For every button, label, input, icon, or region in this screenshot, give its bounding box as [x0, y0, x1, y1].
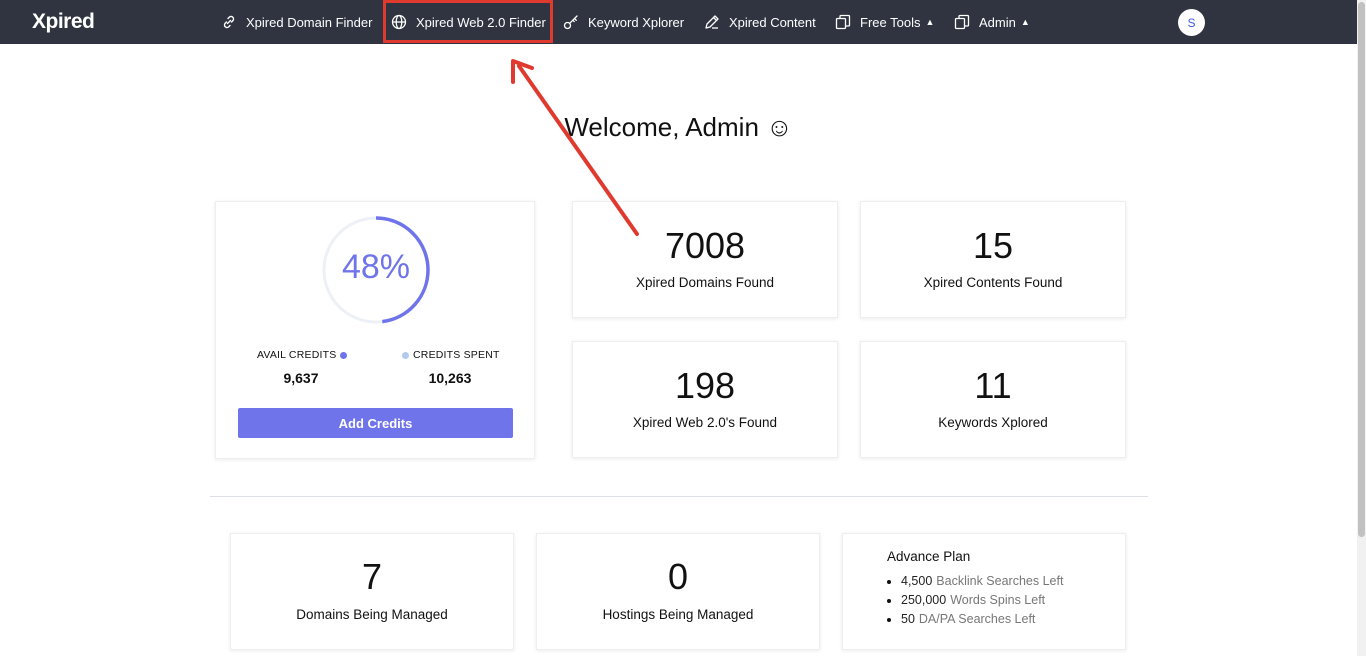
stat-label: Xpired Web 2.0's Found: [632, 415, 778, 430]
add-credits-button[interactable]: Add Credits: [238, 408, 513, 438]
list-item: 250,000 Words Spins Left: [887, 591, 1063, 610]
list-item: 50 DA/PA Searches Left: [887, 610, 1063, 629]
plan-card: Advance Plan 4,500 Backlink Searches Lef…: [842, 533, 1126, 650]
stat-label: Keywords Xplored: [938, 415, 1048, 430]
plan-list: 4,500 Backlink Searches Left 250,000 Wor…: [887, 572, 1063, 629]
page-title: Welcome, Admin ☺: [564, 112, 793, 142]
avail-credits-label: AVAIL CREDITS: [257, 349, 337, 361]
list-item: 4,500 Backlink Searches Left: [887, 572, 1063, 591]
key-icon: [563, 15, 578, 30]
avail-dot-icon: [340, 351, 348, 359]
nav-label: Xpired Domain Finder: [246, 14, 373, 30]
plan-desc: DA/PA Searches Left: [918, 612, 1036, 626]
plan-qty: 250,000: [901, 593, 947, 607]
nav-label: Keyword Xplorer: [588, 14, 685, 30]
plan-desc: Words Spins Left: [950, 593, 1046, 607]
scrollbar[interactable]: [1357, 0, 1366, 656]
stat-card-web20: 198 Xpired Web 2.0's Found: [572, 341, 838, 458]
chevron-up-icon: ▲: [925, 17, 935, 27]
plan-qty: 4,500: [901, 574, 933, 588]
credits-spent-label: CREDITS SPENT: [413, 349, 500, 361]
nav-label: Admin: [979, 14, 1016, 30]
scrollbar-thumb[interactable]: [1358, 2, 1365, 537]
stat-value: 11: [974, 365, 1012, 406]
section-divider: [210, 496, 1148, 497]
plan-title: Advance Plan: [887, 549, 971, 564]
credits-percent: 48%: [341, 248, 411, 286]
top-navbar: Xpired Xpired Domain Finder Xpired Web 2…: [0, 0, 1357, 44]
stat-value: 198: [674, 365, 736, 406]
stat-value: 7008: [664, 225, 746, 266]
stat-value: 15: [972, 225, 1014, 266]
spent-dot-icon: [402, 351, 409, 359]
pencil-icon: [705, 15, 719, 29]
highlight-box: [383, 0, 553, 43]
managed-card-domains: 7 Domains Being Managed: [230, 533, 514, 650]
credits-card: 48% AVAIL CREDITS CREDITS SPENT 9,637 10…: [215, 201, 535, 459]
chevron-up-icon: ▲: [1020, 17, 1030, 27]
stat-card-contents: 15 Xpired Contents Found: [860, 201, 1126, 318]
stat-label: Xpired Domains Found: [635, 275, 775, 290]
stat-label: Xpired Contents Found: [923, 275, 1063, 290]
stat-label: Hostings Being Managed: [602, 607, 754, 622]
credits-spent-value: 10,263: [428, 370, 472, 386]
managed-card-hostings: 0 Hostings Being Managed: [536, 533, 820, 650]
copy-icon: [835, 14, 851, 30]
nav-xpired-content[interactable]: Xpired Content: [704, 0, 816, 44]
stat-card-keywords: 11 Keywords Xplored: [860, 341, 1126, 458]
stat-label: Domains Being Managed: [296, 607, 448, 622]
nav-admin[interactable]: Admin ▲: [954, 0, 1030, 44]
nav-free-tools[interactable]: Free Tools ▲: [835, 0, 934, 44]
link-icon: [223, 15, 235, 29]
nav-keyword-xplorer[interactable]: Keyword Xplorer: [563, 0, 684, 44]
credits-spent-heading: CREDITS SPENT: [402, 349, 500, 361]
avatar[interactable]: S: [1178, 9, 1205, 36]
stat-value: 0: [667, 556, 689, 597]
nav-label: Free Tools: [860, 14, 921, 30]
nav-label: Xpired Content: [729, 14, 816, 30]
stat-card-domains: 7008 Xpired Domains Found: [572, 201, 838, 318]
nav-xpired-domain-finder[interactable]: Xpired Domain Finder: [221, 0, 372, 44]
plan-desc: Backlink Searches Left: [936, 574, 1064, 588]
logo[interactable]: Xpired: [32, 10, 95, 34]
copy-icon: [954, 14, 970, 30]
avail-credits-heading: AVAIL CREDITS: [257, 349, 348, 361]
plan-qty: 50: [901, 612, 915, 626]
avail-credits-value: 9,637: [283, 370, 319, 386]
stat-value: 7: [361, 556, 383, 597]
